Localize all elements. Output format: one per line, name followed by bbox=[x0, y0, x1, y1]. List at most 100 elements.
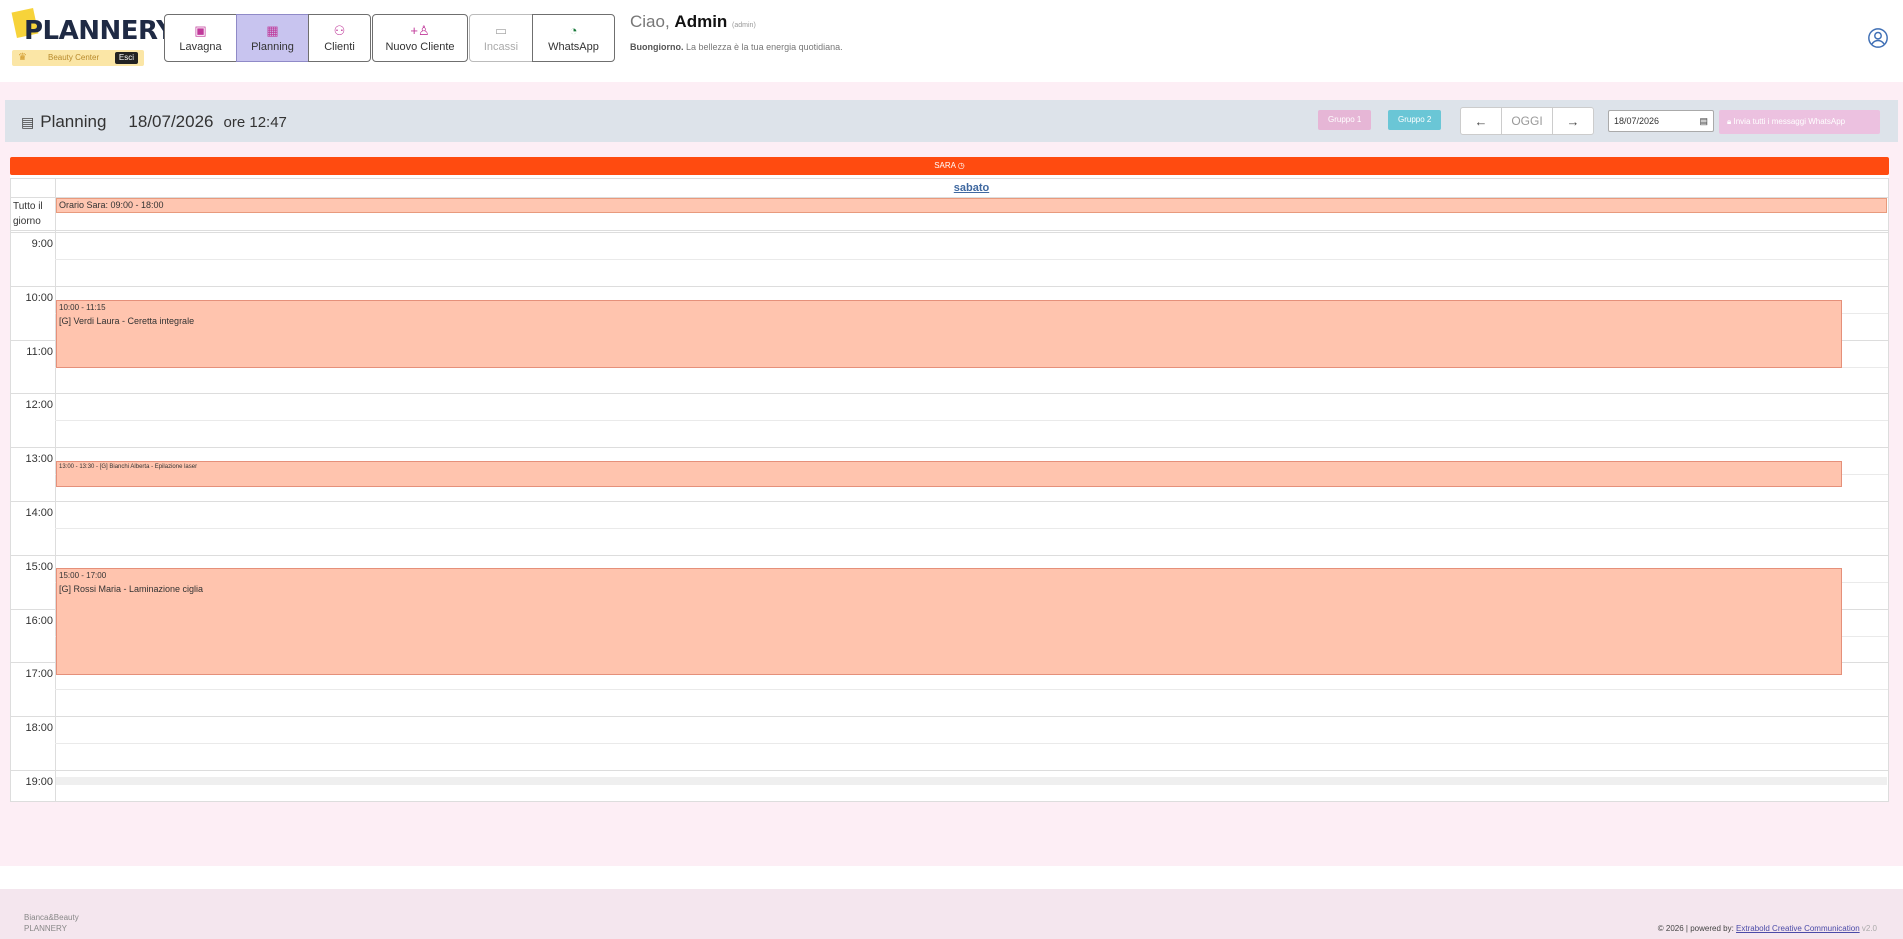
header: PLANNERY ♛ Beauty Center Esci ▣ Lavagna … bbox=[0, 0, 1903, 82]
hour-label: 9:00 bbox=[31, 238, 53, 250]
allday-label: Tutto il giorno bbox=[13, 201, 43, 227]
planning-time: ore 12:47 bbox=[223, 113, 287, 131]
calendar: SARA ◷ sabato Tutto il giorno Orario Sar… bbox=[10, 157, 1889, 802]
nav-incassi: ▭ Incassi bbox=[469, 14, 533, 62]
calendar-grid: sabato Tutto il giorno Orario Sara: 09:0… bbox=[10, 178, 1889, 802]
hour-label: 12:00 bbox=[25, 399, 53, 412]
arrow-right-icon: → bbox=[1566, 113, 1580, 129]
hour-label: 14:00 bbox=[25, 507, 53, 519]
lock-icon: 🔒︎ bbox=[1727, 117, 1732, 126]
date-picker-input[interactable]: 18/07/2026 ▤ bbox=[1608, 110, 1714, 132]
logo-text: PLANNERY bbox=[24, 16, 175, 46]
staff-name: SARA bbox=[934, 161, 956, 170]
footer-brand: Bianca&Beauty PLANNERY bbox=[24, 912, 79, 934]
prev-day-button[interactable]: ← bbox=[1460, 107, 1502, 135]
logout-button[interactable]: Esci bbox=[114, 52, 138, 64]
hour-grid-line bbox=[11, 447, 1888, 449]
user-role: (admin) bbox=[732, 22, 756, 29]
group-2-button[interactable]: Gruppo 2 bbox=[1388, 110, 1442, 130]
grid-line bbox=[11, 230, 1888, 231]
footer: Bianca&Beauty PLANNERY © 2026 | powered … bbox=[0, 889, 1903, 939]
clients-icon: ⚇ bbox=[333, 22, 346, 38]
nav-clienti[interactable]: ⚇ Clienti bbox=[308, 14, 371, 62]
hour-grid-line bbox=[11, 501, 1888, 502]
planning-toolbar: ▤ Planning 18/07/2026 ore 12:47 Gruppo 1… bbox=[5, 100, 1898, 142]
grid-line bbox=[11, 232, 1888, 233]
footer-product: PLANNERY bbox=[24, 924, 67, 933]
salon-icon: ♛ bbox=[18, 52, 27, 63]
clock-icon: ◷ bbox=[957, 161, 965, 170]
half-hour-grid-line bbox=[55, 689, 1888, 691]
cash-icon: ▭ bbox=[494, 22, 508, 38]
calendar-clock-icon: ▤ bbox=[21, 113, 35, 130]
hour-label: 19:00 bbox=[25, 776, 53, 788]
event-title: [G] Bianchi Alberta - Epilazione laser bbox=[99, 464, 198, 470]
logo-subtitle: Beauty Center bbox=[48, 53, 100, 62]
event-time: 13:00 - 13:30 bbox=[59, 464, 95, 470]
nav-label: WhatsApp bbox=[548, 40, 599, 53]
footer-company: Bianca&Beauty bbox=[24, 913, 79, 922]
half-hour-grid-line bbox=[55, 258, 1888, 260]
time-axis-divider bbox=[55, 179, 56, 801]
board-icon: ▣ bbox=[194, 22, 207, 38]
nav-label: Nuovo Cliente bbox=[385, 40, 455, 53]
nav-planning[interactable]: ▦ Planning bbox=[236, 14, 309, 62]
hour-label: 18:00 bbox=[25, 722, 53, 735]
greeting: Ciao, Admin (admin) Buongiorno. La belle… bbox=[630, 12, 843, 52]
nav-whatsapp[interactable]: ◔ WhatsApp bbox=[532, 14, 615, 62]
calendar-picker-icon[interactable]: ▤ bbox=[1699, 116, 1708, 127]
add-user-icon: +♙ bbox=[410, 22, 430, 38]
hour-label: 16:00 bbox=[25, 614, 53, 627]
greeting-line: Ciao, Admin (admin) bbox=[630, 12, 843, 32]
user-account-icon[interactable] bbox=[1867, 27, 1889, 49]
powered-by-link[interactable]: Extrabold Creative Communication bbox=[1736, 924, 1860, 933]
appointment-event[interactable]: 10:00 - 11:15 [G] Verdi Laura - Ceretta … bbox=[56, 300, 1842, 368]
event-title: [G] Verdi Laura - Ceretta integrale bbox=[59, 316, 195, 326]
hour-label: 17:00 bbox=[25, 668, 53, 681]
logo-subtitle-bar: ♛ Beauty Center Esci bbox=[12, 50, 144, 66]
event-time: 15:00 - 17:00 bbox=[59, 571, 107, 580]
planning-title: ▤ Planning 18/07/2026 ore 12:47 bbox=[21, 112, 287, 132]
hour-grid-line bbox=[11, 393, 1888, 395]
send-all-whatsapp-button: 🔒︎ Invia tutti i messaggi WhatsApp bbox=[1719, 110, 1880, 134]
staff-header[interactable]: SARA ◷ bbox=[10, 157, 1889, 175]
nav-label: Lavagna bbox=[179, 40, 222, 53]
next-day-button[interactable]: → bbox=[1552, 107, 1594, 135]
allday-event[interactable]: Orario Sara: 09:00 - 18:00 bbox=[56, 198, 1887, 213]
calendar-icon: ▦ bbox=[266, 22, 279, 38]
hour-label: 11:00 bbox=[26, 345, 53, 358]
half-hour-grid-line bbox=[55, 743, 1888, 745]
nav-nuovo-cliente[interactable]: +♙ Nuovo Cliente bbox=[372, 14, 468, 62]
main-nav: ▣ Lavagna ▦ Planning ⚇ Clienti +♙ Nuovo … bbox=[164, 14, 615, 62]
user-name: Admin bbox=[674, 12, 728, 31]
event-title: [G] Rossi Maria - Laminazione ciglia bbox=[59, 584, 204, 594]
nav-label: Incassi bbox=[483, 40, 519, 53]
appointment-event[interactable]: 13:00 - 13:30 - [G] Bianchi Alberta - Ep… bbox=[56, 461, 1842, 487]
nav-lavagna[interactable]: ▣ Lavagna bbox=[164, 14, 237, 62]
hour-grid-line bbox=[11, 554, 1888, 556]
hour-label: 15:00 bbox=[25, 560, 53, 573]
footer-spacer bbox=[0, 866, 1903, 889]
date-picker-value: 18/07/2026 bbox=[1614, 116, 1660, 126]
nav-label: Planning bbox=[251, 40, 294, 53]
appointment-event[interactable]: 15:00 - 17:00 [G] Rossi Maria - Laminazi… bbox=[56, 568, 1842, 675]
group-1-button[interactable]: Gruppo 1 bbox=[1318, 110, 1372, 130]
planning-title-text: Planning bbox=[40, 112, 107, 131]
footer-credits: © 2026 | powered by: Extrabold Creative … bbox=[1658, 924, 1877, 933]
send-all-label: Invia tutti i messaggi WhatsApp bbox=[1733, 117, 1846, 126]
footer-version: v2.0 bbox=[1861, 924, 1877, 933]
event-time: 10:00 - 11:15 bbox=[59, 303, 106, 312]
half-hour-grid-line bbox=[55, 527, 1888, 529]
hour-grid-line bbox=[11, 716, 1888, 718]
hour-label: 10:00 bbox=[25, 291, 53, 304]
today-button[interactable]: OGGI bbox=[1501, 107, 1553, 135]
day-header[interactable]: sabato bbox=[55, 179, 1888, 197]
greeting-salute: Buongiorno. bbox=[630, 42, 684, 52]
logo[interactable]: PLANNERY ♛ Beauty Center Esci bbox=[11, 7, 175, 68]
greeting-text: La bellezza è la tua energia quotidiana. bbox=[686, 42, 843, 52]
greeting-message: Buongiorno. La bellezza è la tua energia… bbox=[630, 42, 843, 52]
footer-copyright: © 2026 | powered by: bbox=[1657, 924, 1734, 933]
nav-label: Clienti bbox=[324, 40, 355, 53]
whatsapp-icon: ◔ bbox=[569, 22, 578, 38]
hour-label: 13:00 bbox=[25, 453, 53, 466]
